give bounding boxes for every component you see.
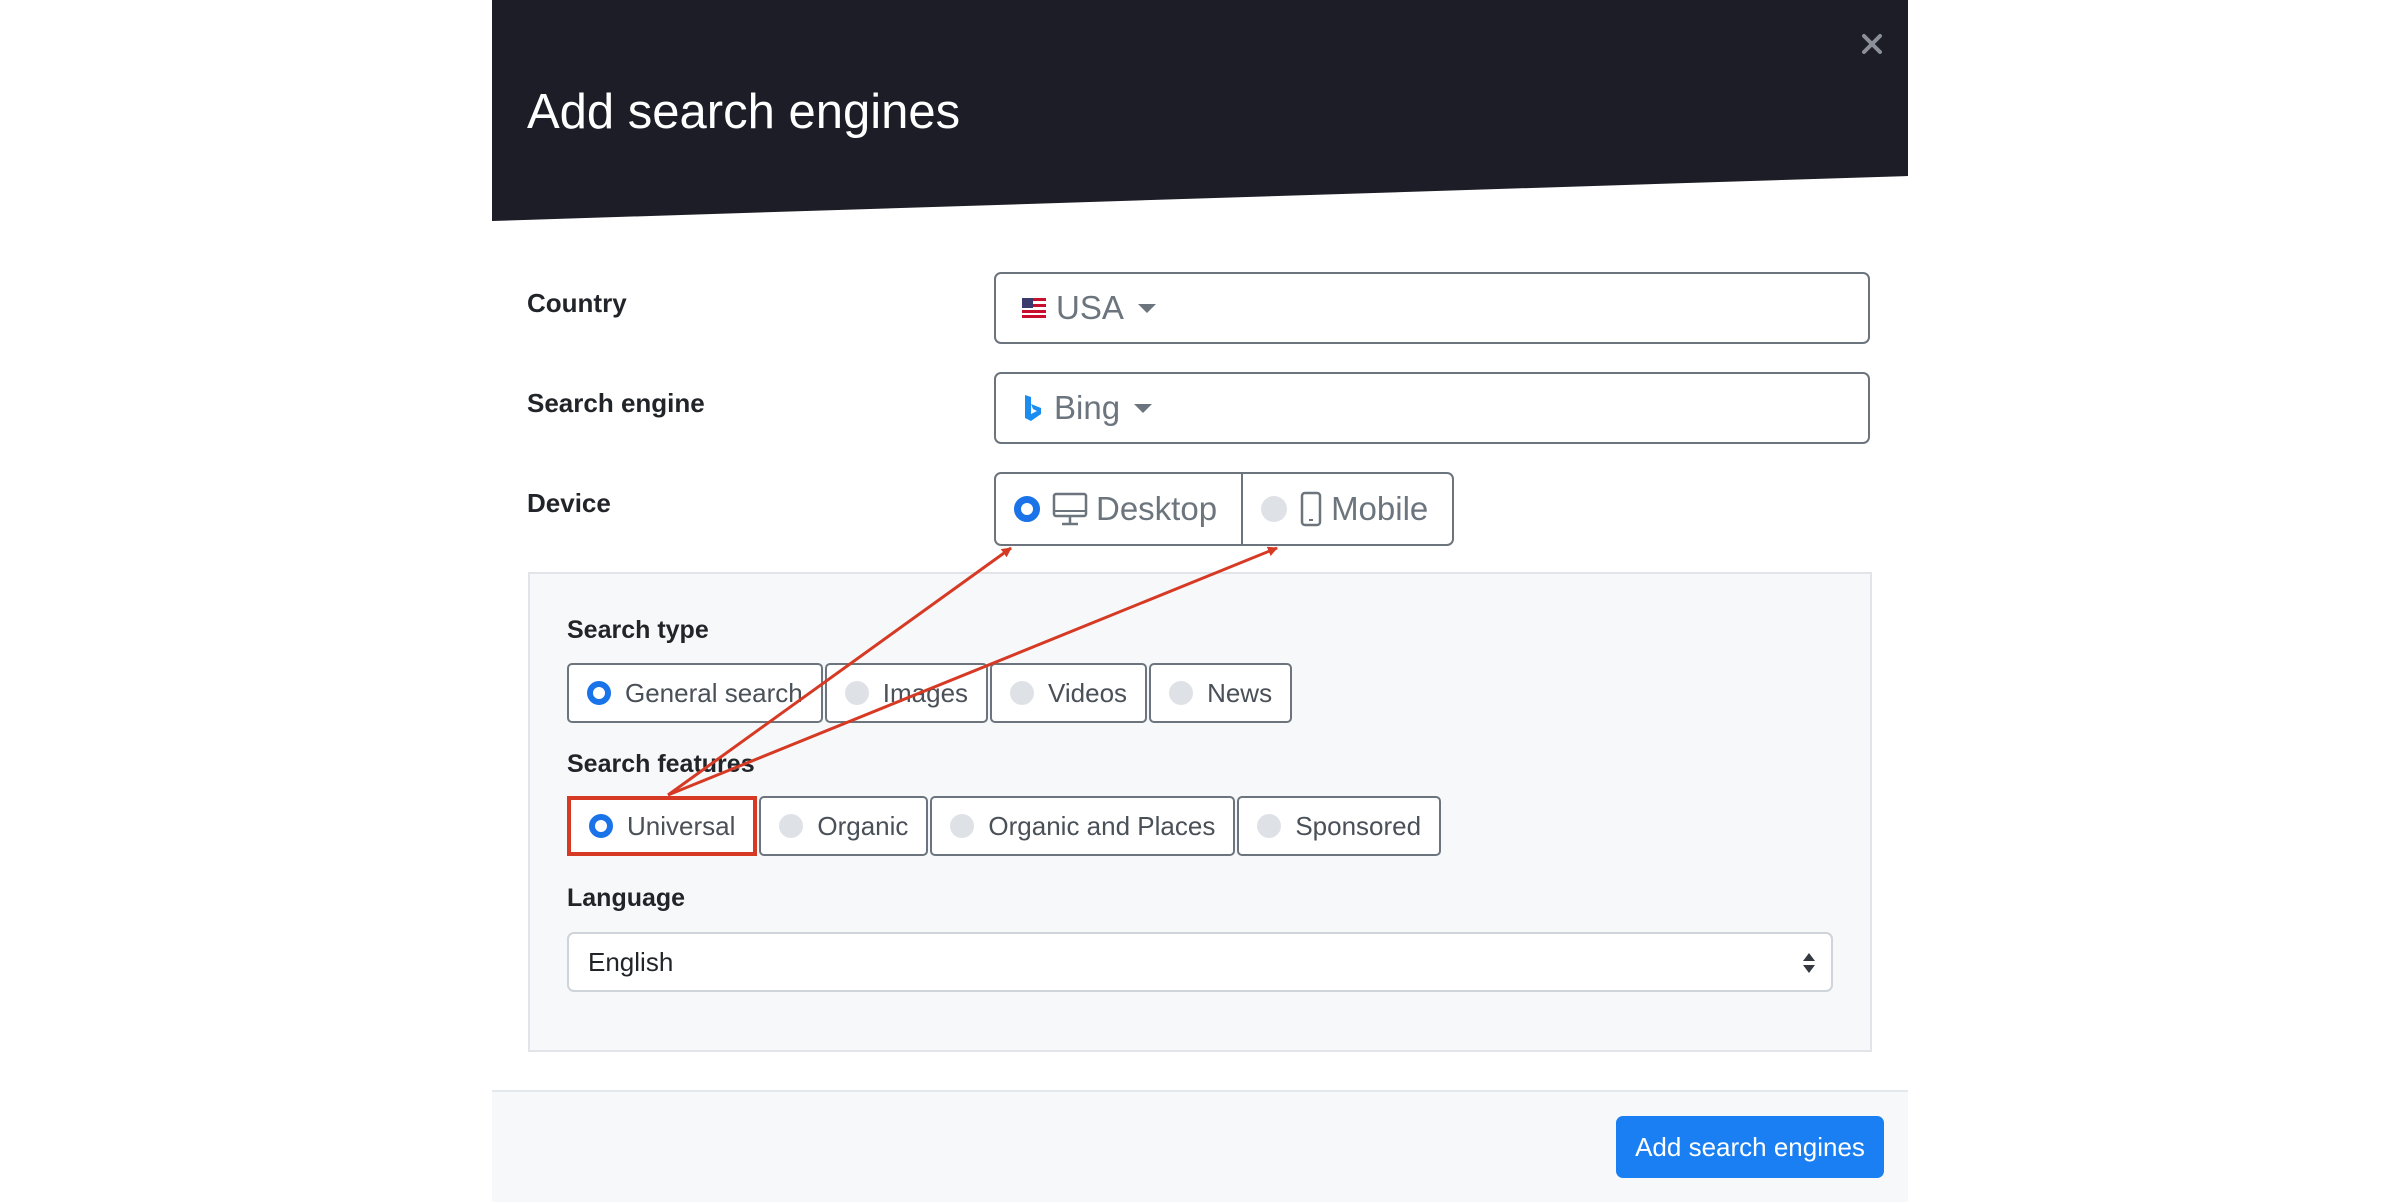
general-search-label: General search bbox=[625, 677, 803, 708]
mobile-phone-icon bbox=[1299, 491, 1323, 527]
search-feature-universal[interactable]: Universal bbox=[567, 796, 758, 856]
modal-header: Add search engines bbox=[492, 0, 1908, 224]
mobile-radio[interactable] bbox=[1261, 496, 1288, 522]
search-features-group: Universal Organic Organic and Places Spo… bbox=[567, 796, 1443, 856]
organic-radio[interactable] bbox=[779, 814, 804, 838]
videos-radio[interactable] bbox=[1010, 681, 1035, 705]
search-engine-label: Search engine bbox=[527, 388, 705, 418]
general-search-radio[interactable] bbox=[587, 681, 611, 705]
images-label: Images bbox=[882, 677, 969, 708]
us-flag-icon bbox=[1022, 298, 1046, 318]
news-radio[interactable] bbox=[1169, 681, 1194, 705]
device-label: Device bbox=[527, 488, 611, 518]
desktop-monitor-icon bbox=[1052, 492, 1088, 526]
chevron-down-icon bbox=[1134, 403, 1153, 413]
sort-updown-icon bbox=[1801, 951, 1817, 982]
search-type-news[interactable]: News bbox=[1149, 663, 1293, 723]
organic-label: Organic bbox=[817, 810, 909, 841]
sponsored-radio[interactable] bbox=[1257, 814, 1282, 838]
modal-title: Add search engines bbox=[527, 85, 961, 139]
universal-label: Universal bbox=[627, 810, 736, 841]
language-select[interactable]: English bbox=[567, 932, 1833, 992]
desktop-radio[interactable] bbox=[1014, 496, 1040, 522]
close-icon[interactable] bbox=[1861, 33, 1883, 55]
news-label: News bbox=[1207, 677, 1273, 708]
mobile-label: Mobile bbox=[1331, 490, 1429, 527]
add-search-engines-button[interactable]: Add search engines bbox=[1616, 1116, 1884, 1178]
search-feature-sponsored[interactable]: Sponsored bbox=[1237, 796, 1442, 856]
country-select[interactable]: USA bbox=[994, 272, 1870, 344]
search-type-general[interactable]: General search bbox=[567, 663, 823, 723]
close-button[interactable] bbox=[1854, 26, 1890, 62]
images-radio[interactable] bbox=[844, 681, 869, 705]
videos-label: Videos bbox=[1048, 677, 1128, 708]
organic-places-radio[interactable] bbox=[950, 814, 975, 838]
device-toggle-group: Desktop Mobile bbox=[994, 472, 1455, 546]
language-label: Language bbox=[567, 884, 686, 912]
search-engine-value: Bing bbox=[1054, 389, 1121, 426]
country-label: Country bbox=[527, 288, 627, 318]
search-type-images[interactable]: Images bbox=[824, 663, 989, 723]
search-features-label: Search features bbox=[567, 750, 755, 778]
search-options-panel: Search type General search Images Videos… bbox=[528, 572, 1872, 1052]
search-type-label: Search type bbox=[567, 616, 709, 644]
bing-logo-icon bbox=[1022, 393, 1044, 423]
add-search-engines-modal: Add search engines Country USA Search en… bbox=[492, 0, 1908, 1202]
universal-radio[interactable] bbox=[589, 814, 613, 838]
search-engine-select[interactable]: Bing bbox=[994, 372, 1870, 444]
search-type-videos[interactable]: Videos bbox=[990, 663, 1148, 723]
desktop-label: Desktop bbox=[1096, 490, 1218, 527]
modal-footer: Add search engines bbox=[492, 1090, 1908, 1202]
device-option-mobile[interactable]: Mobile bbox=[1243, 472, 1455, 546]
language-value: English bbox=[588, 946, 674, 977]
sponsored-label: Sponsored bbox=[1295, 810, 1422, 841]
country-value: USA bbox=[1056, 289, 1124, 326]
search-feature-organic[interactable]: Organic bbox=[759, 796, 929, 856]
device-option-desktop[interactable]: Desktop bbox=[994, 472, 1244, 546]
search-type-group: General search Images Videos News bbox=[567, 663, 1294, 723]
search-feature-organic-places[interactable]: Organic and Places bbox=[930, 796, 1236, 856]
organic-places-label: Organic and Places bbox=[988, 810, 1216, 841]
chevron-down-icon bbox=[1137, 303, 1156, 313]
